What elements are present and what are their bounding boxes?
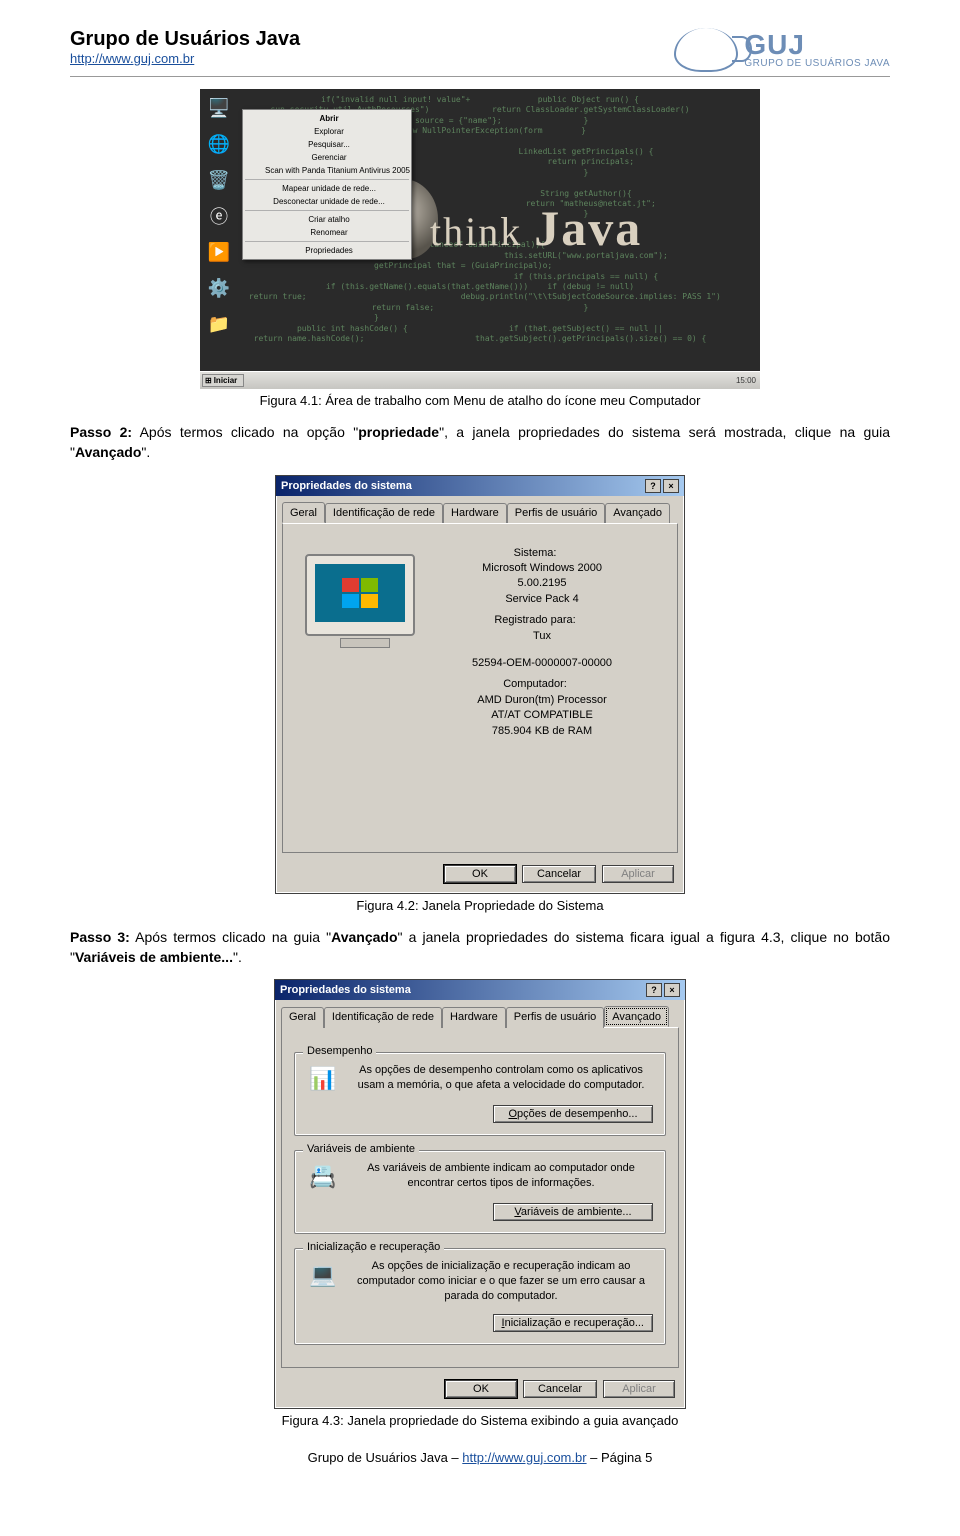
context-menu: Abrir Explorar Pesquisar... Gerenciar Sc… (242, 109, 412, 260)
system-info: Sistema: Microsoft Windows 2000 5.00.219… (458, 540, 612, 739)
ctx-item[interactable]: Pesquisar... (243, 138, 411, 151)
desktop-icon-control[interactable]: ⚙️ (204, 273, 234, 303)
group-inicializacao: Inicialização e recuperação 💻 As opções … (294, 1248, 666, 1345)
ctx-item[interactable]: Renomear (243, 226, 411, 239)
dialog-title: Propriedades do sistema (281, 480, 412, 492)
performance-options-button[interactable]: Opções de desempenho... (493, 1105, 653, 1123)
guj-logo: GUJ GRUPO DE USUÁRIOS JAVA (674, 28, 890, 72)
tab-geral[interactable]: Geral (282, 502, 325, 523)
tab-avancado[interactable]: Avançado (605, 503, 670, 524)
ctx-item[interactable]: Gerenciar (243, 151, 411, 164)
tab-perfis[interactable]: Perfis de usuário (506, 1007, 605, 1028)
ctx-item[interactable]: Propriedades (243, 244, 411, 257)
taskbar-clock: 15:00 (732, 376, 760, 385)
tab-identificacao[interactable]: Identificação de rede (324, 1007, 442, 1028)
tab-avancado[interactable]: Avançado (604, 1006, 669, 1027)
windows-icon: ⊞ (205, 376, 212, 385)
start-button[interactable]: ⊞ Iniciar (202, 374, 244, 387)
desktop-icon-folder[interactable]: 📁 (204, 309, 234, 339)
figure-4-2-dialog: Propriedades do sistema ? × Geral Identi… (275, 475, 685, 894)
group-variaveis: Variáveis de ambiente 📇 As variáveis de … (294, 1150, 666, 1234)
header-title: Grupo de Usuários Java (70, 28, 300, 51)
page-footer: Grupo de Usuários Java – http://www.guj.… (70, 1450, 890, 1465)
figure-4-3-dialog: Propriedades do sistema ? × Geral Identi… (274, 979, 686, 1409)
tab-hardware[interactable]: Hardware (443, 503, 507, 524)
cancel-button[interactable]: Cancelar (522, 865, 596, 883)
startup-recovery-icon: 💻 (307, 1259, 339, 1291)
ctx-item[interactable]: Explorar (243, 125, 411, 138)
tab-geral[interactable]: Geral (281, 1007, 324, 1028)
ctx-item[interactable]: Scan with Panda Titanium Antivirus 2005 (243, 164, 411, 177)
desktop-icon-ie[interactable]: ⓔ (204, 201, 234, 231)
coffee-cup-icon (674, 28, 738, 72)
footer-url-link[interactable]: http://www.guj.com.br (462, 1450, 586, 1465)
monitor-icon (305, 554, 425, 654)
group-desempenho: Desempenho 📊 As opções de desempenho con… (294, 1052, 666, 1136)
passo-3-paragraph: Passo 3: Após termos clicado na guia "Av… (70, 927, 890, 968)
performance-icon: 📊 (307, 1063, 339, 1095)
figure-4-3-caption: Figura 4.3: Janela propriedade do Sistem… (70, 1413, 890, 1428)
header-url-link[interactable]: http://www.guj.com.br (70, 51, 194, 66)
desktop-icon-mycomputer[interactable]: 🖥️ (204, 93, 234, 123)
titlebar-close-button[interactable]: × (663, 479, 679, 493)
ok-button[interactable]: OK (445, 1380, 517, 1398)
titlebar-close-button[interactable]: × (664, 983, 680, 997)
dialog-title: Propriedades do sistema (280, 984, 411, 996)
apply-button[interactable]: Aplicar (602, 865, 674, 883)
taskbar: ⊞ Iniciar 15:00 (200, 371, 760, 389)
ctx-item[interactable]: Mapear unidade de rede... (243, 182, 411, 195)
figure-4-1-screenshot: if("invalid null input! value"+ public O… (200, 89, 760, 389)
figure-4-2-caption: Figura 4.2: Janela Propriedade do Sistem… (70, 898, 890, 913)
wallpaper-text: think Java (430, 199, 642, 257)
ctx-item[interactable]: Criar atalho (243, 213, 411, 226)
env-vars-button[interactable]: Variáveis de ambiente... (493, 1203, 653, 1221)
startup-recovery-button[interactable]: Inicialização e recuperação... (493, 1314, 653, 1332)
desktop-icon-recyclebin[interactable]: 🗑️ (204, 165, 234, 195)
ctx-item[interactable]: Abrir (243, 112, 411, 125)
logo-text-small: GRUPO DE USUÁRIOS JAVA (744, 59, 890, 70)
tab-perfis[interactable]: Perfis de usuário (507, 503, 606, 524)
page-header: Grupo de Usuários Java http://www.guj.co… (70, 28, 890, 77)
tab-identificacao[interactable]: Identificação de rede (325, 503, 443, 524)
desktop-icon-media[interactable]: ▶️ (204, 237, 234, 267)
ctx-item[interactable]: Desconectar unidade de rede... (243, 195, 411, 208)
titlebar-help-button[interactable]: ? (645, 479, 661, 493)
env-vars-icon: 📇 (307, 1161, 339, 1193)
titlebar-help-button[interactable]: ? (646, 983, 662, 997)
ok-button[interactable]: OK (444, 865, 516, 883)
logo-text-big: GUJ (744, 30, 890, 59)
passo-2-paragraph: Passo 2: Após termos clicado na opção "p… (70, 422, 890, 463)
figure-4-1-caption: Figura 4.1: Área de trabalho com Menu de… (70, 393, 890, 408)
desktop-icon-network[interactable]: 🌐 (204, 129, 234, 159)
tab-hardware[interactable]: Hardware (442, 1007, 506, 1028)
apply-button[interactable]: Aplicar (603, 1380, 675, 1398)
cancel-button[interactable]: Cancelar (523, 1380, 597, 1398)
